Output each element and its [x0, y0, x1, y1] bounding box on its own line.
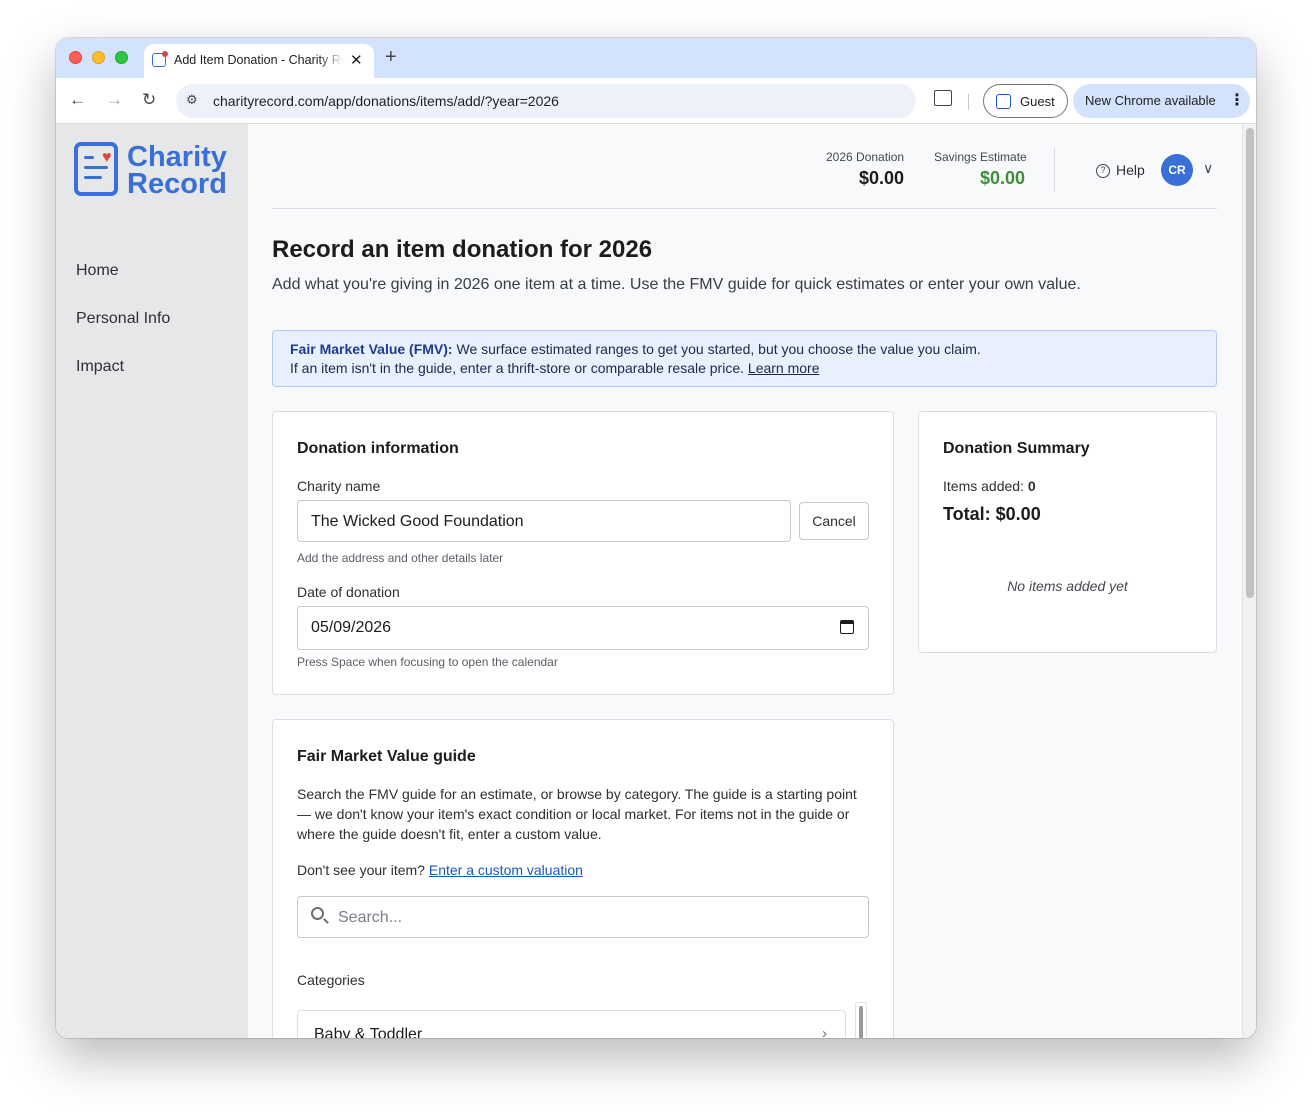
fmv-banner-label: Fair Market Value (FMV): — [290, 341, 453, 357]
page-scroll-thumb[interactable] — [1246, 128, 1254, 598]
logo-wordmark[interactable]: Charity Record — [127, 141, 227, 200]
search-placeholder: Search... — [338, 909, 403, 926]
search-icon — [311, 907, 324, 920]
donation-info-title: Donation information — [297, 440, 459, 457]
header-divider — [1054, 148, 1055, 192]
site-info-icon[interactable]: ⚙ — [186, 92, 198, 108]
fmv-banner-line1: We surface estimated ranges to get you s… — [456, 341, 981, 357]
avatar[interactable]: CR — [1161, 154, 1193, 186]
donation-total-value: $0.00 — [859, 168, 905, 188]
categories-label: Categories — [297, 972, 365, 988]
donation-summary-card: Donation Summary Items added: 0 Total: $… — [918, 411, 1217, 653]
zoom-window-button[interactable] — [115, 51, 128, 64]
fmv-banner-line2: If an item isn't in the guide, enter a t… — [290, 360, 745, 376]
page: ♥ Charity Record Home Personal Info Impa… — [56, 124, 1256, 1038]
logo-line-2: Record — [127, 168, 227, 200]
sidebar: ♥ Charity Record Home Personal Info Impa… — [56, 124, 248, 1038]
donation-date-value: 05/09/2026 — [311, 619, 392, 636]
summary-items-label: Items added: — [943, 478, 1024, 494]
new-tab-icon[interactable]: + — [385, 46, 397, 69]
summary-title: Donation Summary — [943, 440, 1090, 457]
url-text: charityrecord.com/app/donations/items/ad… — [213, 93, 559, 109]
browser-window: Add Item Donation - Charity Record ✕ + ←… — [56, 38, 1256, 1038]
tab-title: Add Item Donation - Charity Record — [174, 53, 344, 67]
lens-icon[interactable] — [934, 90, 952, 106]
fmv-info-banner: Fair Market Value (FMV): We surface esti… — [272, 330, 1217, 387]
sidebar-item-home[interactable]: Home — [76, 262, 119, 280]
page-subtitle: Add what you're giving in 2026 one item … — [272, 276, 1081, 293]
fmv-search-field[interactable]: Search... — [297, 896, 869, 938]
help-link[interactable]: Help — [1116, 162, 1145, 178]
custom-valuation-row: Don't see your item? Enter a custom valu… — [297, 860, 857, 880]
fmv-guide-card: Fair Market Value guide Search the FMV g… — [272, 719, 894, 1038]
charity-name-field[interactable]: The Wicked Good Foundation — [297, 500, 791, 542]
tab-strip: Add Item Donation - Charity Record ✕ + — [56, 38, 1256, 78]
donation-total-label: 2026 Donation — [826, 150, 905, 164]
kebab-menu-icon[interactable]: ⋮ — [1229, 90, 1245, 110]
back-icon[interactable]: ← — [69, 90, 86, 110]
chevron-down-icon[interactable]: ∨ — [1203, 160, 1213, 177]
donation-date-field[interactable]: 05/09/2026 — [297, 606, 869, 650]
chevron-right-icon: › — [822, 1025, 827, 1038]
categories-scroll-thumb[interactable] — [859, 1006, 863, 1038]
charity-name-label: Charity name — [297, 478, 381, 494]
favicon-icon — [152, 51, 168, 67]
minimize-window-button[interactable] — [92, 51, 105, 64]
tab-close-icon[interactable]: ✕ — [350, 51, 363, 69]
reload-icon[interactable]: ↻ — [142, 90, 156, 110]
logo-line-1: Charity — [127, 141, 227, 173]
update-label: New Chrome available — [1085, 93, 1216, 108]
browser-toolbar: ← → ↻ ⚙ charityrecord.com/app/donations/… — [56, 78, 1256, 124]
fmv-guide-title: Fair Market Value guide — [297, 748, 476, 765]
fmv-guide-description: Search the FMV guide for an estimate, or… — [297, 786, 857, 842]
help-icon[interactable]: ? — [1096, 164, 1110, 178]
logo-icon: ♥ — [74, 142, 118, 196]
savings-estimate-value: $0.00 — [980, 168, 1026, 188]
calendar-icon[interactable] — [840, 620, 854, 634]
address-bar[interactable]: ⚙ charityrecord.com/app/donations/items/… — [176, 84, 916, 118]
tab-active[interactable]: Add Item Donation - Charity Record ✕ — [144, 44, 374, 78]
categories-scrollbar[interactable] — [855, 1002, 867, 1038]
donation-date-label: Date of donation — [297, 584, 400, 600]
header-divider-line — [272, 208, 1217, 209]
close-window-button[interactable] — [69, 51, 82, 64]
forward-icon[interactable]: → — [106, 90, 123, 110]
donation-info-card: Donation information Charity name The Wi… — [272, 411, 894, 695]
category-label: Baby & Toddler — [314, 1026, 423, 1038]
charity-name-hint: Add the address and other details later — [297, 551, 504, 565]
page-title: Record an item donation for 2026 — [272, 236, 653, 263]
custom-valuation-prompt: Don't see your item? — [297, 862, 425, 878]
summary-total: Total: $0.00 — [943, 504, 1041, 524]
category-item[interactable]: Baby & Toddler › — [297, 1010, 846, 1038]
sidebar-item-personal-info[interactable]: Personal Info — [76, 310, 170, 328]
page-scrollbar[interactable] — [1242, 124, 1256, 1038]
profile-label: Guest — [1020, 94, 1055, 109]
summary-items-count: 0 — [1027, 478, 1036, 494]
savings-estimate-label: Savings Estimate — [934, 150, 1027, 164]
profile-button[interactable]: Guest — [983, 84, 1068, 118]
summary-empty-state: No items added yet — [1007, 578, 1128, 594]
profile-icon — [996, 94, 1011, 109]
sidebar-item-impact[interactable]: Impact — [76, 358, 124, 376]
learn-more-link[interactable]: Learn more — [748, 360, 820, 376]
custom-valuation-link[interactable]: Enter a custom valuation — [429, 862, 583, 878]
chrome-update-button[interactable]: New Chrome available ⋮ — [1073, 84, 1250, 118]
summary-items-row: Items added: 0 — [943, 478, 1036, 494]
toolbar-divider — [968, 94, 969, 110]
donation-date-hint: Press Space when focusing to open the ca… — [297, 655, 558, 669]
charity-name-value: The Wicked Good Foundation — [311, 513, 524, 530]
cancel-button[interactable]: Cancel — [799, 502, 869, 540]
